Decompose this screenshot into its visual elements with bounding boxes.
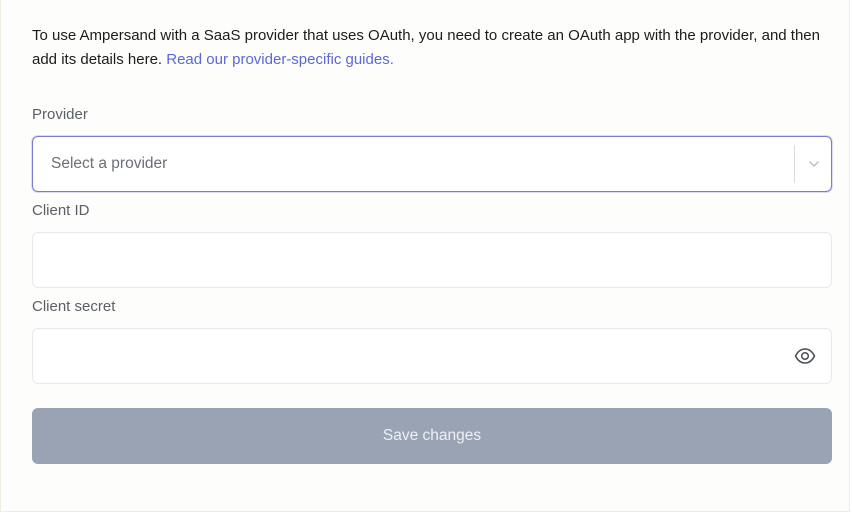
provider-label: Provider — [32, 106, 88, 123]
client-id-label: Client ID — [32, 202, 90, 219]
client-secret-input[interactable] — [33, 329, 831, 383]
provider-select-placeholder: Select a provider — [51, 155, 168, 172]
provider-guides-link[interactable]: Read our provider-specific guides. — [166, 51, 394, 68]
eye-icon[interactable] — [794, 346, 816, 366]
client-id-input[interactable] — [33, 233, 831, 287]
intro-description: To use Ampersand with a SaaS provider th… — [32, 27, 820, 68]
client-id-field-wrapper — [32, 232, 832, 288]
select-divider — [794, 145, 795, 183]
oauth-settings-panel: To use Ampersand with a SaaS provider th… — [0, 0, 850, 512]
intro-text: To use Ampersand with a SaaS provider th… — [32, 24, 822, 72]
client-secret-label: Client secret — [32, 298, 116, 315]
provider-select[interactable]: Select a provider — [32, 136, 832, 192]
chevron-down-icon[interactable] — [806, 156, 822, 172]
client-secret-field-wrapper — [32, 328, 832, 384]
save-changes-button[interactable]: Save changes — [32, 408, 832, 464]
